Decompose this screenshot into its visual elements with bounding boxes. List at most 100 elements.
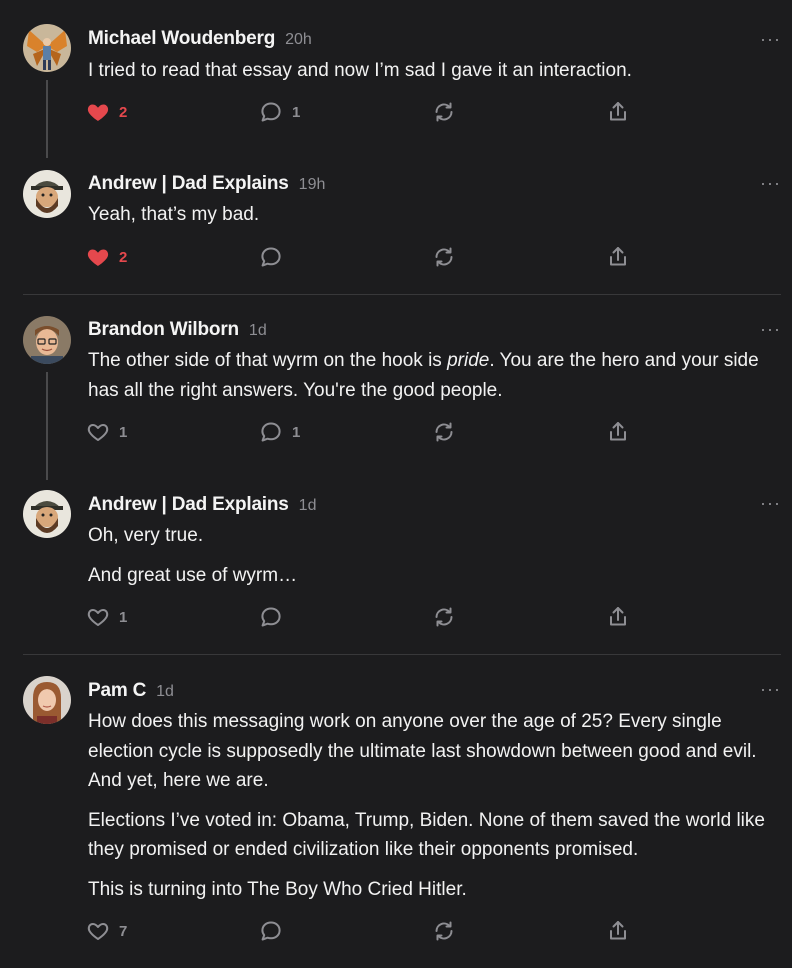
comment-text: Yeah, that’s my bad.: [88, 204, 260, 225]
comment-text: Elections I’ve voted in: Obama, Trump, B…: [88, 809, 765, 861]
thread-divider: [23, 654, 781, 655]
comment-body: How does this messaging work on anyone o…: [88, 707, 768, 904]
author-name[interactable]: Michael Woudenberg: [88, 28, 275, 50]
like-count: 7: [119, 922, 128, 940]
share-button[interactable]: [606, 419, 630, 445]
like-button[interactable]: 2: [86, 99, 127, 125]
restack-icon: [435, 607, 453, 627]
restack-icon: [435, 102, 453, 122]
avatar[interactable]: [23, 170, 71, 218]
comment-actions: 1 1: [86, 419, 646, 445]
timestamp[interactable]: 19h: [299, 176, 326, 194]
more-options-icon[interactable]: ···: [760, 680, 780, 698]
comment-text: I tried to read that essay and now I’m s…: [88, 60, 632, 81]
comment-feed: Michael Woudenberg 20h ··· I tried to re…: [0, 0, 792, 968]
comment-header: Michael Woudenberg 20h: [88, 28, 312, 52]
comment-body: Yeah, that’s my bad.: [88, 200, 768, 230]
timestamp[interactable]: 1d: [249, 322, 267, 340]
restack-button[interactable]: [432, 918, 456, 944]
share-button[interactable]: [606, 99, 630, 125]
author-name[interactable]: Pam C: [88, 680, 146, 702]
comment-text: How does this messaging work on anyone o…: [88, 711, 757, 791]
more-options-icon[interactable]: ···: [760, 494, 780, 512]
timestamp[interactable]: 1d: [299, 497, 317, 515]
share-icon: [610, 247, 626, 266]
share-icon: [610, 102, 626, 121]
share-button[interactable]: [606, 244, 630, 270]
comment-header: Pam C 1d: [88, 680, 174, 704]
comment-body: Oh, very true. And great use of wyrm…: [88, 521, 768, 590]
like-button[interactable]: 2: [86, 244, 127, 270]
more-options-icon[interactable]: ···: [760, 174, 780, 192]
reply-button[interactable]: [259, 918, 283, 944]
speech-bubble-icon: [261, 422, 281, 442]
like-count: 2: [119, 248, 128, 266]
comment-text: And great use of wyrm…: [88, 564, 298, 586]
restack-button[interactable]: [432, 419, 456, 445]
heart-filled-icon: [87, 104, 109, 121]
share-button[interactable]: [606, 918, 630, 944]
comment-text: Oh, very true.: [88, 525, 204, 546]
speech-bubble-icon: [261, 607, 281, 627]
share-button[interactable]: [606, 604, 630, 630]
comment-header: Andrew | Dad Explains 19h: [88, 173, 325, 197]
reply-button[interactable]: [259, 604, 283, 630]
comment-body: The other side of that wyrm on the hook …: [88, 346, 768, 405]
speech-bubble-icon: [261, 102, 281, 122]
reply-button[interactable]: 1: [259, 419, 300, 445]
bearded-cap-avatar-icon: [23, 170, 71, 218]
avatar[interactable]: [23, 490, 71, 538]
restack-icon: [435, 247, 453, 267]
author-name[interactable]: Andrew | Dad Explains: [88, 494, 289, 516]
avatar[interactable]: [23, 676, 71, 724]
comment-actions: 1: [86, 604, 646, 630]
like-count: 1: [119, 608, 128, 626]
restack-button[interactable]: [432, 604, 456, 630]
author-name[interactable]: Andrew | Dad Explains: [88, 173, 289, 195]
avatar[interactable]: [23, 24, 71, 72]
share-icon: [610, 607, 626, 626]
reply-count: 1: [292, 103, 301, 121]
bearded-cap-avatar-icon: [23, 490, 71, 538]
comment-actions: 2: [86, 244, 646, 270]
emphasis-text: pride: [447, 350, 490, 371]
comment-header: Brandon Wilborn 1d: [88, 319, 267, 343]
reply-count: 1: [292, 423, 301, 441]
comment-header: Andrew | Dad Explains 1d: [88, 494, 316, 518]
like-button[interactable]: 7: [86, 918, 127, 944]
like-count: 2: [119, 103, 128, 121]
restack-icon: [435, 921, 453, 941]
like-button[interactable]: 1: [86, 419, 127, 445]
avatar[interactable]: [23, 316, 71, 364]
thread-line: [46, 372, 48, 480]
heart-filled-icon: [87, 249, 109, 266]
butterfly-avatar-icon: [23, 24, 71, 72]
comment-text: The other side of that wyrm on the hook …: [88, 346, 768, 405]
restack-button[interactable]: [432, 99, 456, 125]
heart-outline-icon: [87, 424, 109, 441]
restack-button[interactable]: [432, 244, 456, 270]
timestamp[interactable]: 1d: [156, 683, 174, 701]
restack-icon: [435, 422, 453, 442]
comment-actions: 7: [86, 918, 646, 944]
woman-avatar-icon: [23, 676, 71, 724]
text-span: The other side of that wyrm on the hook …: [88, 350, 448, 371]
heart-outline-icon: [87, 609, 109, 626]
like-button[interactable]: 1: [86, 604, 127, 630]
author-name[interactable]: Brandon Wilborn: [88, 319, 239, 341]
comment-text: This is turning into The Boy Who Cried H…: [88, 878, 467, 900]
comment-actions: 2 1: [86, 99, 646, 125]
thread-line: [46, 80, 48, 158]
speech-bubble-icon: [261, 247, 281, 267]
timestamp[interactable]: 20h: [285, 31, 312, 49]
reply-button[interactable]: 1: [259, 99, 300, 125]
more-options-icon[interactable]: ···: [760, 30, 780, 48]
like-count: 1: [119, 423, 128, 441]
share-icon: [610, 921, 626, 940]
comment-body: I tried to read that essay and now I’m s…: [88, 56, 768, 86]
glasses-man-avatar-icon: [23, 316, 71, 364]
heart-outline-icon: [87, 923, 109, 940]
reply-button[interactable]: [259, 244, 283, 270]
more-options-icon[interactable]: ···: [760, 320, 780, 338]
speech-bubble-icon: [261, 921, 281, 941]
